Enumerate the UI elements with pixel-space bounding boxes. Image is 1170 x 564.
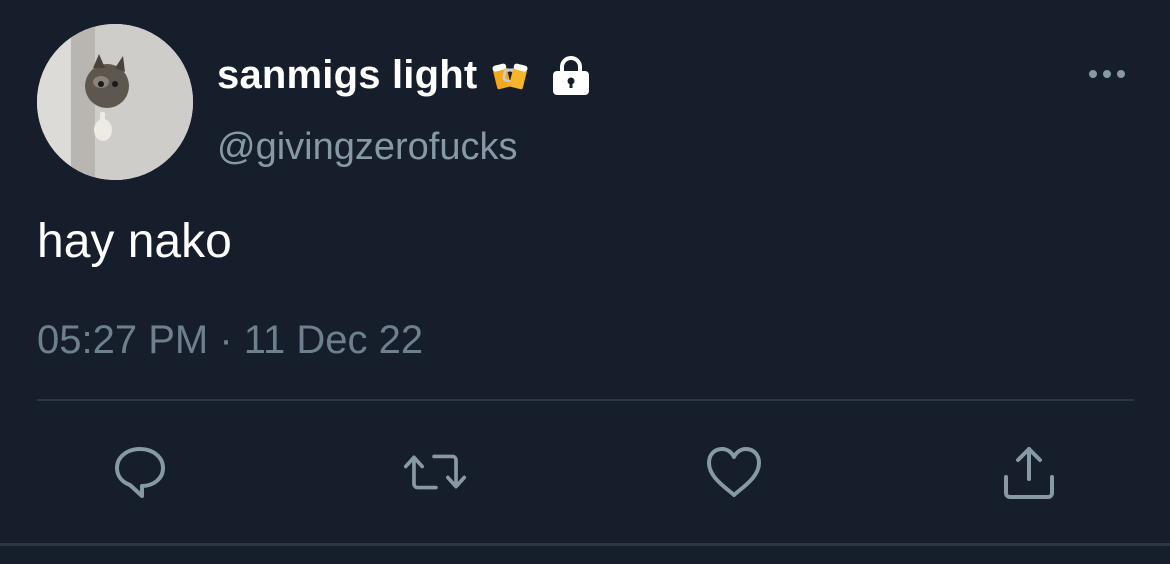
beer-mugs-icon [491,56,529,94]
bottom-divider [0,543,1170,546]
more-options-icon[interactable] [1086,62,1128,86]
avatar-image [37,24,193,180]
action-bar [0,440,1170,510]
user-handle[interactable]: @givingzerofucks [217,126,517,169]
divider [37,399,1134,401]
display-name[interactable]: sanmigs light [217,53,477,98]
tweet-timestamp[interactable]: 05:27 PM · 11 Dec 22 [37,318,423,363]
reply-icon [115,447,165,498]
tweet-card: sanmigs light @givingzerofucks hay nako … [0,0,1170,564]
share-icon [1004,447,1054,499]
retweet-icon [403,454,467,490]
name-row: sanmigs light [217,50,593,100]
reply-button[interactable] [108,440,172,504]
like-button[interactable] [702,440,766,504]
tweet-text: hay nako [37,215,232,268]
lock-icon [549,53,593,97]
retweet-button[interactable] [403,440,467,504]
heart-icon [707,447,761,497]
share-button[interactable] [997,440,1061,504]
avatar[interactable] [37,24,193,180]
